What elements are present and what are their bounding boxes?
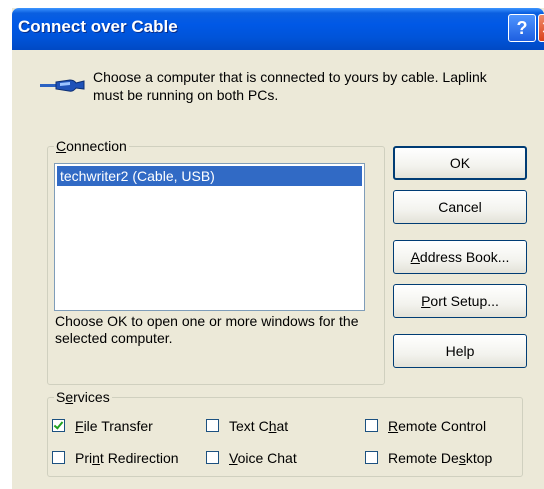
- connect-over-cable-dialog: Connect over Cable ? ✕ Choose a computer…: [12, 8, 544, 489]
- help-title-button[interactable]: ?: [508, 14, 536, 42]
- title-bar[interactable]: Connect over Cable ? ✕: [12, 8, 544, 50]
- cancel-button[interactable]: Cancel: [393, 190, 527, 224]
- address-book-button[interactable]: Address Book...: [393, 240, 527, 274]
- remote-desktop-checkbox[interactable]: Remote Desktop: [365, 449, 492, 467]
- checkbox-box[interactable]: [206, 451, 219, 464]
- print-redirection-checkbox[interactable]: Print Redirection: [52, 449, 179, 467]
- remote-control-checkbox[interactable]: Remote Control: [365, 417, 486, 435]
- connection-listbox[interactable]: techwriter2 (Cable, USB): [54, 163, 365, 311]
- port-setup-button[interactable]: Port Setup...: [393, 284, 527, 318]
- checkbox-box[interactable]: [52, 419, 65, 432]
- checkbox-box[interactable]: [206, 419, 219, 432]
- connection-group: Connection techwriter2 (Cable, USB) Choo…: [47, 138, 385, 385]
- list-item[interactable]: techwriter2 (Cable, USB): [57, 166, 362, 186]
- close-title-button[interactable]: ✕: [538, 14, 544, 42]
- window-title: Connect over Cable: [18, 17, 178, 36]
- checkbox-box[interactable]: [52, 451, 65, 464]
- file-transfer-checkbox[interactable]: File Transfer: [52, 417, 153, 435]
- cable-icon: [40, 79, 85, 92]
- ok-button[interactable]: OK: [393, 146, 527, 180]
- services-legend: Services: [54, 389, 112, 405]
- checkbox-box[interactable]: [365, 451, 378, 464]
- voice-chat-checkbox[interactable]: Voice Chat: [206, 449, 297, 467]
- help-button[interactable]: Help: [393, 334, 527, 368]
- checkbox-box[interactable]: [365, 419, 378, 432]
- connection-legend: Connection: [54, 138, 129, 154]
- text-chat-checkbox[interactable]: Text Chat: [206, 417, 288, 435]
- intro-text: Choose a computer that is connected to y…: [93, 69, 487, 103]
- services-group: Services File Transfer Text Chat Remote …: [47, 389, 523, 477]
- connection-hint: Choose OK to open one or more windows fo…: [55, 313, 359, 346]
